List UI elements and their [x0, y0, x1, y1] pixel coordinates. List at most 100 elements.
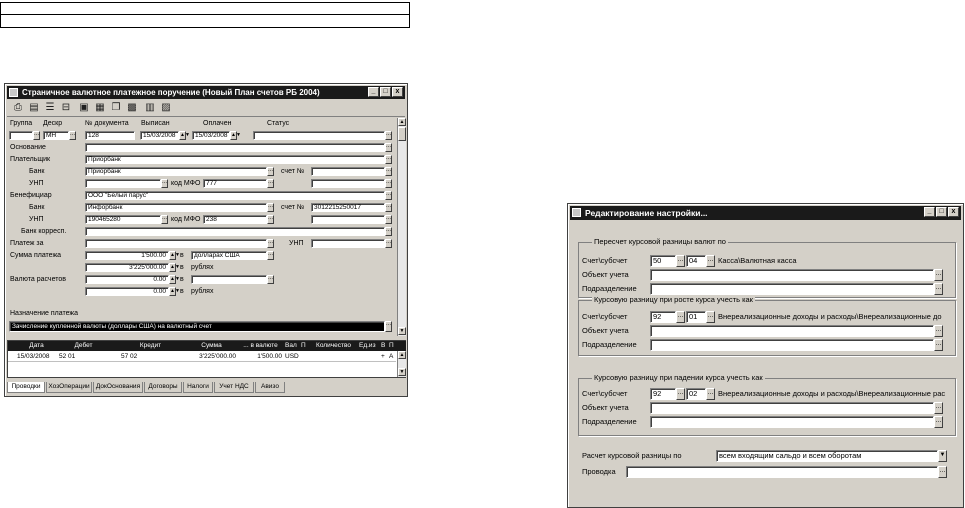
- payer-mfo-select-button[interactable]: ...: [267, 179, 274, 188]
- corr-bank-field[interactable]: [85, 227, 385, 236]
- g3-account-select-button[interactable]: ...: [676, 388, 685, 400]
- grid-header-debit[interactable]: Дебет: [58, 341, 108, 350]
- table-icon[interactable]: ▥: [143, 101, 157, 115]
- g2-division-select-button[interactable]: ...: [934, 339, 943, 351]
- amount-rub-field[interactable]: 3'225'000.00: [85, 263, 169, 272]
- grid-header-p[interactable]: П: [300, 341, 308, 350]
- basis-select-button[interactable]: ...: [385, 143, 392, 152]
- tab-business-ops[interactable]: ХозОперации: [46, 382, 92, 393]
- beneficiary-field[interactable]: ООО "Белый парус": [85, 191, 385, 200]
- payer-bank-field[interactable]: Приорбанк: [85, 167, 267, 176]
- list-icon[interactable]: ☰: [43, 101, 57, 115]
- ben-unp-field[interactable]: 190465280: [85, 215, 161, 224]
- calc-amount-button[interactable]: ▲▼: [169, 275, 180, 284]
- settings-maximize-button[interactable]: □: [936, 207, 947, 217]
- grid-header-v[interactable]: В: [380, 341, 388, 350]
- g1-subaccount-select-button[interactable]: ...: [706, 255, 715, 267]
- close-button[interactable]: x: [392, 87, 403, 97]
- g2-subaccount-select-button[interactable]: ...: [706, 311, 715, 323]
- payer-select-button[interactable]: ...: [385, 155, 392, 164]
- grid-header-sum[interactable]: Сумма: [186, 341, 236, 350]
- purpose-select-button[interactable]: ...: [385, 321, 392, 332]
- grid-scroll-up-icon[interactable]: ▲: [398, 351, 406, 359]
- print-icon[interactable]: ⎙: [11, 101, 25, 115]
- grid-header-unit[interactable]: Ед.из: [358, 341, 378, 350]
- tab-contracts[interactable]: Договоры: [144, 382, 182, 393]
- ben-bank-select-button[interactable]: ...: [267, 203, 274, 212]
- posting-select-button[interactable]: ...: [938, 466, 947, 478]
- payer-account-select-button[interactable]: ...: [385, 167, 392, 176]
- g2-object-field[interactable]: [650, 325, 934, 337]
- pay-for-field[interactable]: [85, 239, 267, 248]
- split-icon[interactable]: ⊟: [59, 101, 73, 115]
- paid-calendar-button[interactable]: ▲▼: [230, 131, 241, 140]
- settings-close-button[interactable]: x: [948, 207, 959, 217]
- ben-extra-field[interactable]: [311, 215, 385, 224]
- ben-mfo-field[interactable]: 238: [203, 215, 267, 224]
- amount-rub-calc-button[interactable]: ▲▼: [169, 263, 180, 272]
- descr-select-button[interactable]: ...: [69, 131, 76, 140]
- g1-division-select-button[interactable]: ...: [934, 283, 943, 295]
- payer-field[interactable]: Приорбанк: [85, 155, 385, 164]
- grid-header-date[interactable]: Дата: [16, 341, 56, 350]
- form-icon[interactable]: ▤: [27, 101, 41, 115]
- table-row[interactable]: 15/03/2008 52 01 57 02 3'225'000.00 1'50…: [8, 352, 396, 362]
- grid-scrollbar[interactable]: ▲ ▼: [397, 351, 406, 377]
- form-scrollbar[interactable]: ▲ ▼: [397, 118, 406, 336]
- grid-header-qty[interactable]: Количество: [312, 341, 354, 350]
- status-field[interactable]: [253, 131, 385, 140]
- group-field[interactable]: [9, 131, 33, 140]
- grid-header-currency[interactable]: Вал: [284, 341, 298, 350]
- tab-vat[interactable]: Учет НДС: [214, 382, 254, 393]
- g1-subaccount-field[interactable]: 04: [686, 255, 706, 267]
- issued-calendar-button[interactable]: ▲▼: [179, 131, 190, 140]
- status-select-button[interactable]: ...: [385, 131, 392, 140]
- pay-for-select-button[interactable]: ...: [267, 239, 274, 248]
- group-select-button[interactable]: ...: [33, 131, 40, 140]
- amount-calc-button[interactable]: ▲▼: [169, 251, 180, 260]
- g3-subaccount-select-button[interactable]: ...: [706, 388, 715, 400]
- settings-titlebar[interactable]: Редактирование настройки... _ □ x: [570, 206, 961, 220]
- grid-header-p2[interactable]: П: [388, 341, 396, 350]
- posting-field[interactable]: [626, 466, 938, 478]
- calc-amount-field[interactable]: 0.00: [85, 275, 169, 284]
- docnum-field[interactable]: 128: [85, 131, 135, 140]
- g2-division-field[interactable]: [650, 339, 934, 351]
- calc-by-select[interactable]: всем входящим сальдо и всем оборотам: [716, 450, 938, 462]
- descr-field[interactable]: МН: [43, 131, 69, 140]
- calc-by-dropdown-icon[interactable]: ▼: [938, 450, 947, 462]
- ben-account-field[interactable]: 3012215250017: [311, 203, 385, 212]
- calc-currency-field[interactable]: [191, 275, 267, 284]
- ben-mfo-select-button[interactable]: ...: [267, 215, 274, 224]
- grid-header-in-currency[interactable]: ... в валюте: [238, 341, 282, 350]
- g2-account-select-button[interactable]: ...: [676, 311, 685, 323]
- doc-icon[interactable]: ▣: [77, 101, 91, 115]
- g2-object-select-button[interactable]: ...: [934, 325, 943, 337]
- ben-account-select-button[interactable]: ...: [385, 203, 392, 212]
- g3-account-field[interactable]: 92: [650, 388, 676, 400]
- g1-division-field[interactable]: [650, 283, 934, 295]
- payer-mfo-field[interactable]: 777: [203, 179, 267, 188]
- g2-account-field[interactable]: 92: [650, 311, 676, 323]
- payer-unp-field[interactable]: [85, 179, 161, 188]
- amount-field[interactable]: 1'500.00: [85, 251, 169, 260]
- g2-subaccount-field[interactable]: 01: [686, 311, 706, 323]
- g3-division-select-button[interactable]: ...: [934, 416, 943, 428]
- paid-field[interactable]: 15/03/2008: [192, 131, 230, 140]
- g1-object-field[interactable]: [650, 269, 934, 281]
- calc-amount-rub-field[interactable]: 0.00: [85, 287, 169, 296]
- calc-currency-select-button[interactable]: ...: [267, 275, 274, 284]
- issued-field[interactable]: 15/03/2008: [140, 131, 179, 140]
- tab-postings[interactable]: Проводки: [7, 382, 45, 393]
- g3-object-field[interactable]: [650, 402, 934, 414]
- minimize-button[interactable]: _: [368, 87, 379, 97]
- payer-bank-select-button[interactable]: ...: [267, 167, 274, 176]
- payer-extra-field[interactable]: [311, 179, 385, 188]
- currency-select-button[interactable]: ...: [267, 251, 274, 260]
- pay-for-unp-field[interactable]: [311, 239, 385, 248]
- grid-icon[interactable]: ▩: [125, 101, 139, 115]
- card-icon[interactable]: ▨: [159, 101, 173, 115]
- ben-unp-select-button[interactable]: ...: [161, 215, 168, 224]
- payer-account-field[interactable]: [311, 167, 385, 176]
- copy-icon[interactable]: ❐: [109, 101, 123, 115]
